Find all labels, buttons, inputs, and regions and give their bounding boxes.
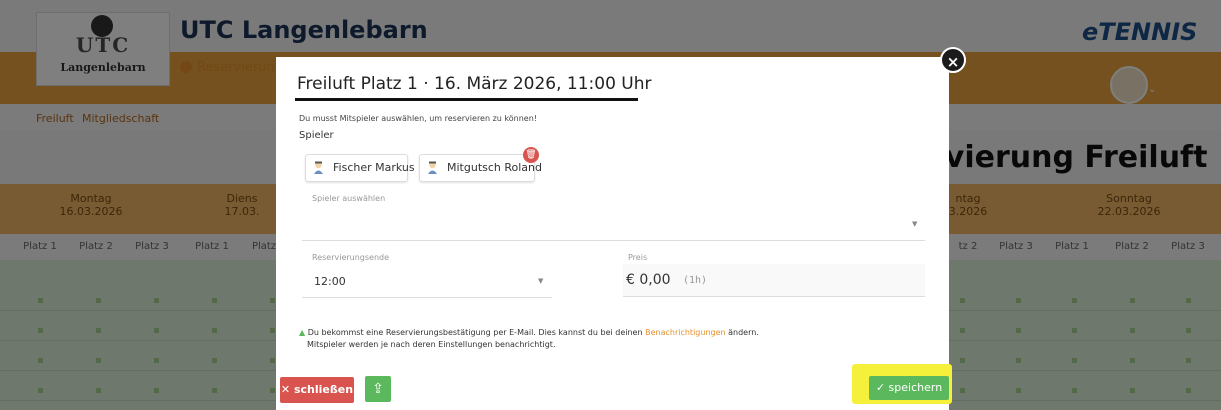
save-button[interactable]: ✓ speichern <box>869 376 949 400</box>
close-button[interactable]: ✕ schließen <box>280 377 354 403</box>
save-button-label: speichern <box>888 381 943 394</box>
caret-down-icon: ▼ <box>538 277 544 285</box>
share-button[interactable]: ⇪ <box>365 376 391 402</box>
select-player-dropdown[interactable]: ▼ <box>302 206 925 241</box>
player-chip[interactable]: Mitgutsch Roland <box>419 154 542 182</box>
end-time-label: Reservierungsende <box>312 253 390 262</box>
notice-text-end: ändern. <box>725 328 759 337</box>
price-label: Preis <box>628 253 648 262</box>
remove-player-trash-icon[interactable]: 🗑 <box>523 147 539 163</box>
teammate-hint: Du musst Mitspieler auswählen, um reserv… <box>299 114 537 123</box>
select-player-label: Spieler auswählen <box>312 194 386 203</box>
close-icon[interactable]: × <box>940 47 966 73</box>
caret-down-icon: ▼ <box>912 220 918 228</box>
title-underline <box>295 98 638 101</box>
player-avatar-icon <box>428 161 437 174</box>
price-field: € 0,00 (1h) <box>623 264 925 297</box>
notice-line-2: Mitspieler werden je nach deren Einstell… <box>307 340 556 349</box>
modal-title: Freiluft Platz 1 · 16. März 2026, 11:00 … <box>297 74 652 94</box>
bell-icon: ▲ <box>299 328 306 337</box>
share-icon: ⇪ <box>372 381 384 397</box>
notifications-link[interactable]: Benachrichtigungen <box>645 328 725 337</box>
end-time-value: 12:00 <box>314 275 346 288</box>
reservation-modal: Freiluft Platz 1 · 16. März 2026, 11:00 … <box>276 57 949 410</box>
price-value: € 0,00 <box>626 272 671 288</box>
close-btn-icon: ✕ <box>280 383 291 396</box>
player-avatar-icon <box>314 161 323 174</box>
player-name: Fischer Markus <box>333 161 415 174</box>
players-label: Spieler <box>299 130 334 141</box>
notice-text: Du bekommst eine Reservierungsbestätigun… <box>307 328 646 337</box>
check-icon: ✓ <box>875 381 886 394</box>
end-time-select[interactable]: 12:00 ▼ <box>302 265 552 298</box>
price-duration: (1h) <box>683 275 708 286</box>
close-button-label: schließen <box>293 383 354 396</box>
player-chip[interactable]: Fischer Markus <box>305 154 415 182</box>
email-notice: ▲ Du bekommst eine Reservierungsbestätig… <box>299 327 759 351</box>
